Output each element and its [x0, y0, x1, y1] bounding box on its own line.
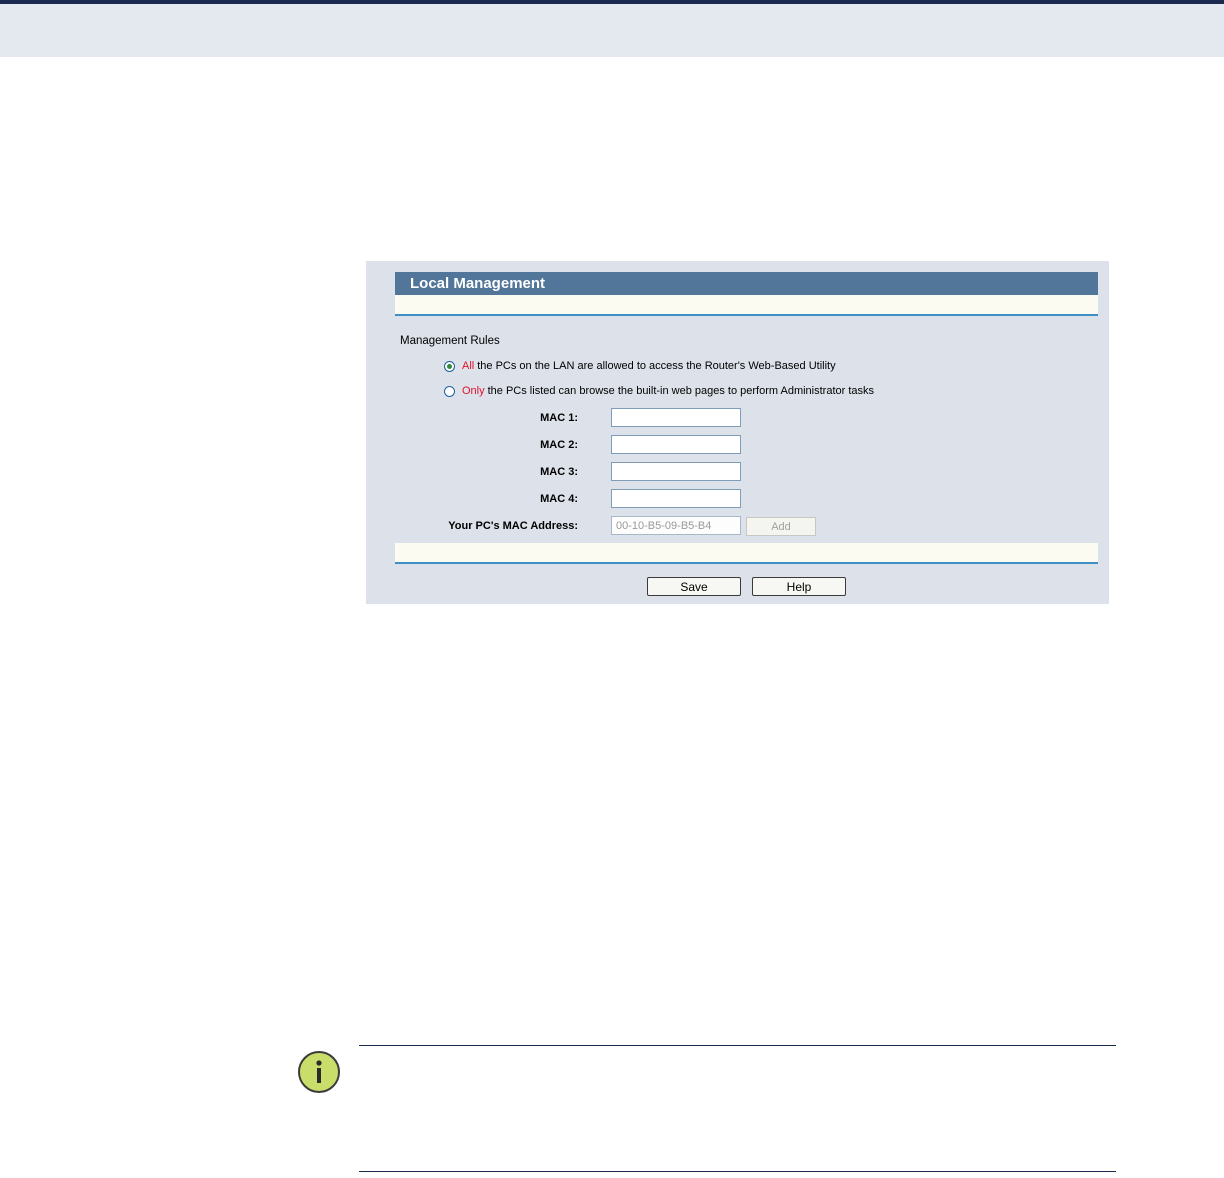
mac4-label: MAC 4: — [540, 493, 578, 505]
option-all-row[interactable]: All the PCs on the LAN are allowed to ac… — [444, 360, 836, 372]
option-only-text: the PCs listed can browse the built-in w… — [487, 385, 875, 397]
your-mac-label: Your PC's MAC Address: — [448, 520, 578, 532]
section-title: Management Rules — [400, 335, 500, 347]
option-only-row[interactable]: Only the PCs listed can browse the built… — [444, 385, 874, 397]
info-icon — [298, 1051, 340, 1093]
panel-title: Local Management — [395, 272, 1098, 295]
radio-only[interactable] — [444, 385, 455, 397]
page-top-band — [0, 0, 1224, 57]
save-button[interactable]: Save — [647, 577, 741, 596]
option-only-keyword: Only — [462, 385, 485, 397]
your-mac-field — [611, 516, 741, 535]
option-all-text: the PCs on the LAN are allowed to access… — [477, 360, 836, 372]
mac4-input[interactable] — [611, 489, 741, 508]
mac2-input[interactable] — [611, 435, 741, 454]
footer-divider-bar — [395, 543, 1098, 564]
note-top-rule — [359, 1045, 1116, 1046]
help-button[interactable]: Help — [752, 577, 846, 596]
local-management-screenshot: Local Management Management Rules All th… — [366, 261, 1109, 604]
option-all-keyword: All — [462, 360, 475, 372]
mac1-input[interactable] — [611, 408, 741, 427]
mac2-label: MAC 2: — [540, 439, 578, 451]
mac1-label: MAC 1: — [540, 412, 578, 424]
mac3-input[interactable] — [611, 462, 741, 481]
mac3-label: MAC 3: — [540, 466, 578, 478]
radio-all[interactable] — [444, 360, 455, 372]
note-bottom-rule — [359, 1171, 1116, 1172]
header-divider-bar — [395, 295, 1098, 316]
add-button: Add — [746, 517, 816, 536]
